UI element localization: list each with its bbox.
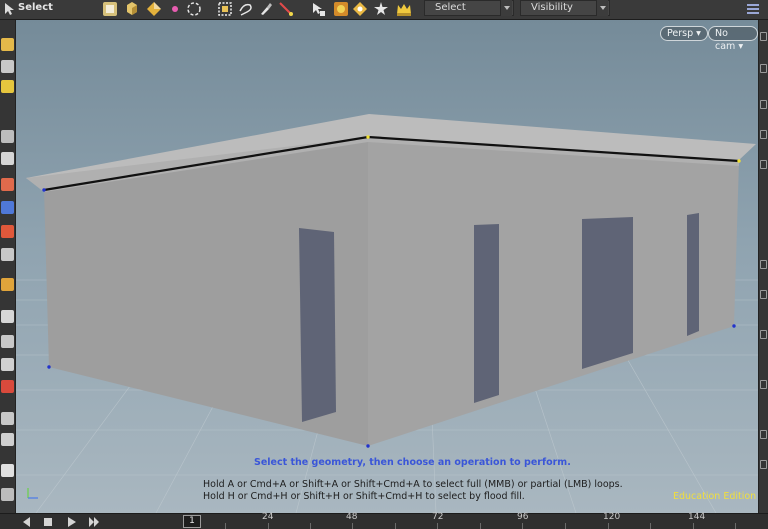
chevron-down-icon: ▾ bbox=[693, 28, 701, 39]
wireframe-icon[interactable] bbox=[760, 64, 767, 73]
xray-icon[interactable] bbox=[760, 460, 767, 469]
building-right-wall[interactable] bbox=[368, 138, 739, 446]
axis-gizmo bbox=[27, 488, 38, 499]
tick-mark bbox=[480, 523, 481, 529]
grid-icon[interactable] bbox=[1, 412, 14, 425]
tick-label: 144 bbox=[688, 512, 706, 522]
persp-button[interactable]: Persp ▾ bbox=[660, 26, 708, 41]
select-arrow-icon[interactable] bbox=[3, 2, 15, 16]
normals-icon[interactable] bbox=[760, 330, 767, 339]
tick-mark bbox=[693, 523, 694, 529]
visibility-dropdown-label: Visibility bbox=[531, 2, 573, 13]
edit-tool-icon[interactable] bbox=[1, 248, 14, 261]
brush-select-icon[interactable] bbox=[238, 1, 254, 17]
guide-icon[interactable] bbox=[760, 260, 767, 269]
magnet-icon[interactable] bbox=[1, 380, 14, 393]
points-display-icon[interactable] bbox=[760, 290, 767, 299]
tick-mark bbox=[310, 523, 311, 529]
pose-icon[interactable] bbox=[352, 1, 368, 17]
point-icon[interactable] bbox=[167, 1, 183, 17]
lighting-icon[interactable] bbox=[760, 130, 767, 139]
left-tool-shelf bbox=[0, 20, 16, 513]
tick-mark bbox=[650, 523, 651, 529]
tick-mark bbox=[225, 523, 226, 529]
operation-prompt: Select the geometry, then choose an oper… bbox=[254, 457, 571, 468]
primitive-icon[interactable] bbox=[146, 1, 162, 17]
render-icon[interactable] bbox=[1, 488, 14, 501]
point-snap-icon[interactable] bbox=[1, 358, 14, 371]
snap-icon[interactable] bbox=[1, 310, 14, 323]
ghost-icon[interactable] bbox=[760, 380, 767, 389]
current-frame-field[interactable]: 1 bbox=[183, 515, 201, 528]
brush-tool-icon[interactable] bbox=[1, 278, 14, 291]
display-options-icon[interactable] bbox=[746, 2, 760, 16]
tick-mark bbox=[608, 523, 609, 529]
window-3[interactable] bbox=[687, 213, 699, 336]
tool-title: Select bbox=[18, 2, 53, 13]
step-back-icon[interactable] bbox=[20, 516, 32, 528]
top-toolbar: Select Select Visibility bbox=[0, 0, 768, 20]
tick-mark bbox=[395, 523, 396, 529]
lock-icon[interactable] bbox=[1, 152, 14, 165]
group-icon[interactable] bbox=[333, 1, 349, 17]
chevron-down-icon: ▾ bbox=[735, 41, 744, 52]
laser-select-icon[interactable] bbox=[278, 1, 294, 17]
play-icon[interactable] bbox=[66, 516, 78, 528]
pose-tool-icon[interactable] bbox=[1, 80, 14, 93]
chevron-down-icon[interactable] bbox=[500, 0, 512, 16]
tick-label: 72 bbox=[432, 512, 444, 522]
scene-canvas[interactable] bbox=[16, 20, 758, 513]
rotate-tool-icon[interactable] bbox=[1, 225, 14, 238]
view-tool-icon[interactable] bbox=[1, 60, 14, 73]
lasso-icon[interactable] bbox=[186, 1, 202, 17]
hint-line-1: Hold A or Cmd+A or Shift+A or Shift+Cmd+… bbox=[203, 479, 623, 490]
camera-button[interactable]: No cam ▾ bbox=[708, 26, 758, 52]
camera-icon[interactable] bbox=[1, 464, 14, 477]
persp-button-label: Persp bbox=[667, 28, 694, 39]
camera-button-label: No cam bbox=[715, 28, 736, 52]
move-tool-icon[interactable] bbox=[1, 178, 14, 191]
tick-mark bbox=[735, 523, 736, 529]
select-mode-icon[interactable] bbox=[102, 1, 118, 17]
window-2[interactable] bbox=[582, 217, 633, 369]
stop-icon[interactable] bbox=[42, 516, 54, 528]
tick-label: 24 bbox=[262, 512, 274, 522]
window-left-wall[interactable] bbox=[299, 228, 336, 422]
houdini-app: Select Select Visibility Persp ▾ No cam … bbox=[0, 0, 768, 529]
tick-mark bbox=[522, 523, 523, 529]
chevron-down-icon[interactable] bbox=[596, 0, 608, 16]
shading-icon[interactable] bbox=[760, 100, 767, 109]
tick-label: 96 bbox=[517, 512, 529, 522]
jump-end-icon[interactable] bbox=[88, 516, 100, 528]
hint-line-2: Hold H or Cmd+H or Shift+H or Shift+Cmd+… bbox=[203, 491, 525, 502]
window-1[interactable] bbox=[474, 224, 499, 403]
tick-label: 120 bbox=[603, 512, 621, 522]
tick-label: 48 bbox=[346, 512, 358, 522]
object-icon[interactable] bbox=[124, 1, 140, 17]
measure-icon[interactable] bbox=[1, 433, 14, 446]
paint-select-icon[interactable] bbox=[258, 1, 274, 17]
pick-icon[interactable] bbox=[310, 1, 326, 17]
handle-tool-icon[interactable] bbox=[1, 38, 14, 51]
timeline-bar: 1 24 48 72 96 120 144 bbox=[0, 512, 768, 529]
box-select-icon[interactable] bbox=[217, 1, 233, 17]
scale-tool-icon[interactable] bbox=[1, 201, 14, 214]
education-watermark: Education Edition bbox=[673, 491, 757, 502]
tick-mark bbox=[437, 523, 438, 529]
tick-mark bbox=[268, 523, 269, 529]
select-tool-icon[interactable] bbox=[1, 130, 14, 143]
right-display-strip bbox=[758, 20, 768, 513]
link-icon[interactable] bbox=[1, 335, 14, 348]
select-dropdown-label: Select bbox=[435, 2, 466, 13]
template-icon[interactable] bbox=[760, 430, 767, 439]
tick-mark bbox=[565, 523, 566, 529]
scene-viewport[interactable]: Persp ▾ No cam ▾ Select the geometry, th… bbox=[16, 20, 758, 513]
tick-mark bbox=[352, 523, 353, 529]
display-icon[interactable] bbox=[760, 32, 767, 41]
background-icon[interactable] bbox=[760, 160, 767, 169]
star-select-icon[interactable] bbox=[373, 1, 389, 17]
crown-icon[interactable] bbox=[396, 1, 412, 17]
